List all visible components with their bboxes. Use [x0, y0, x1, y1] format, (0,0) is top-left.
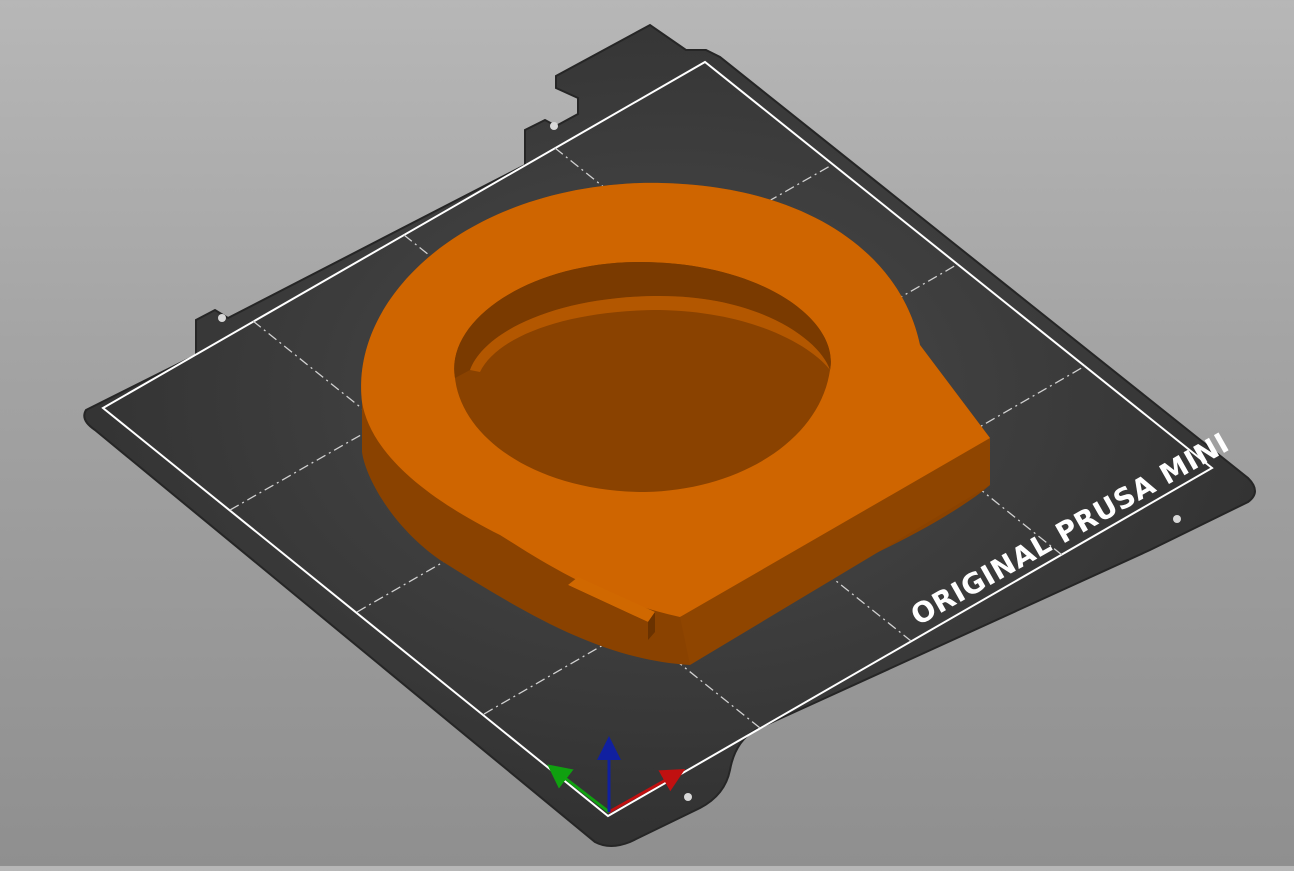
3d-viewport[interactable]: ORIGINAL PRUSA MINI [0, 0, 1294, 866]
viewport-canvas[interactable]: ORIGINAL PRUSA MINI [0, 0, 1294, 866]
